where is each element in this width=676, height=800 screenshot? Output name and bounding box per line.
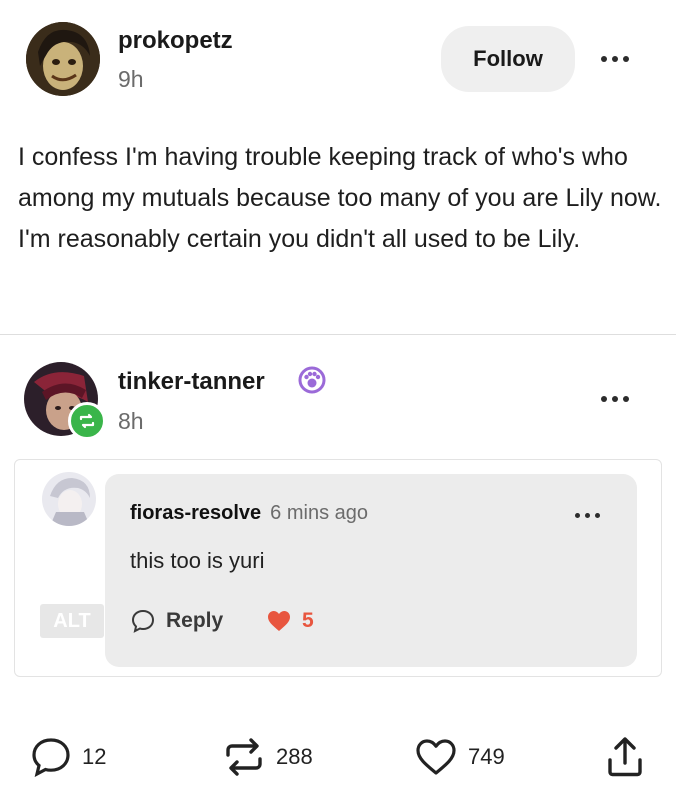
reblogs-count: 288 <box>276 744 313 769</box>
alt-tag[interactable]: ALT <box>40 604 104 638</box>
reblog-badge-icon <box>68 402 106 440</box>
comment-time: 6 mins ago <box>270 502 369 524</box>
comment-author[interactable]: fioras-resolve <box>130 502 261 525</box>
post-time: 9h <box>118 66 144 92</box>
reblog-more-icon[interactable] <box>601 396 629 402</box>
reblog-author[interactable]: tinker-tanner <box>118 368 265 396</box>
comments-count: 12 <box>82 744 107 769</box>
likes-button[interactable]: 749 <box>414 737 505 777</box>
reblog-arrows-icon <box>226 738 262 776</box>
comment-header: fioras-resolve 6 mins ago <box>130 502 368 525</box>
reblogs-button[interactable]: 288 <box>222 737 313 777</box>
likes-count: 749 <box>468 744 505 769</box>
speech-bubble-icon <box>32 738 70 777</box>
post-author[interactable]: prokopetz <box>118 27 233 55</box>
comment-like-button[interactable]: 5 <box>266 609 314 633</box>
comment-like-count: 5 <box>302 609 314 632</box>
share-upload-icon[interactable] <box>606 736 644 783</box>
comment-text: this too is yuri <box>130 548 265 573</box>
follow-button[interactable]: Follow <box>441 26 575 92</box>
post-more-icon[interactable] <box>601 56 629 62</box>
fioras-resolve-avatar[interactable] <box>42 472 96 526</box>
post-divider <box>0 334 676 335</box>
comments-button[interactable]: 12 <box>30 737 106 777</box>
paw-badge-icon <box>298 366 326 394</box>
comment-reply-button[interactable]: Reply <box>130 608 223 634</box>
comment-more-icon[interactable] <box>575 513 600 518</box>
reply-bubble-icon <box>131 609 155 633</box>
prokopetz-avatar[interactable] <box>26 22 100 96</box>
post-body: I confess I'm having trouble keeping tra… <box>18 143 662 253</box>
heart-outline-icon <box>416 739 456 775</box>
heart-icon <box>268 611 290 631</box>
reply-label: Reply <box>166 609 224 632</box>
reblog-time: 8h <box>118 408 144 434</box>
